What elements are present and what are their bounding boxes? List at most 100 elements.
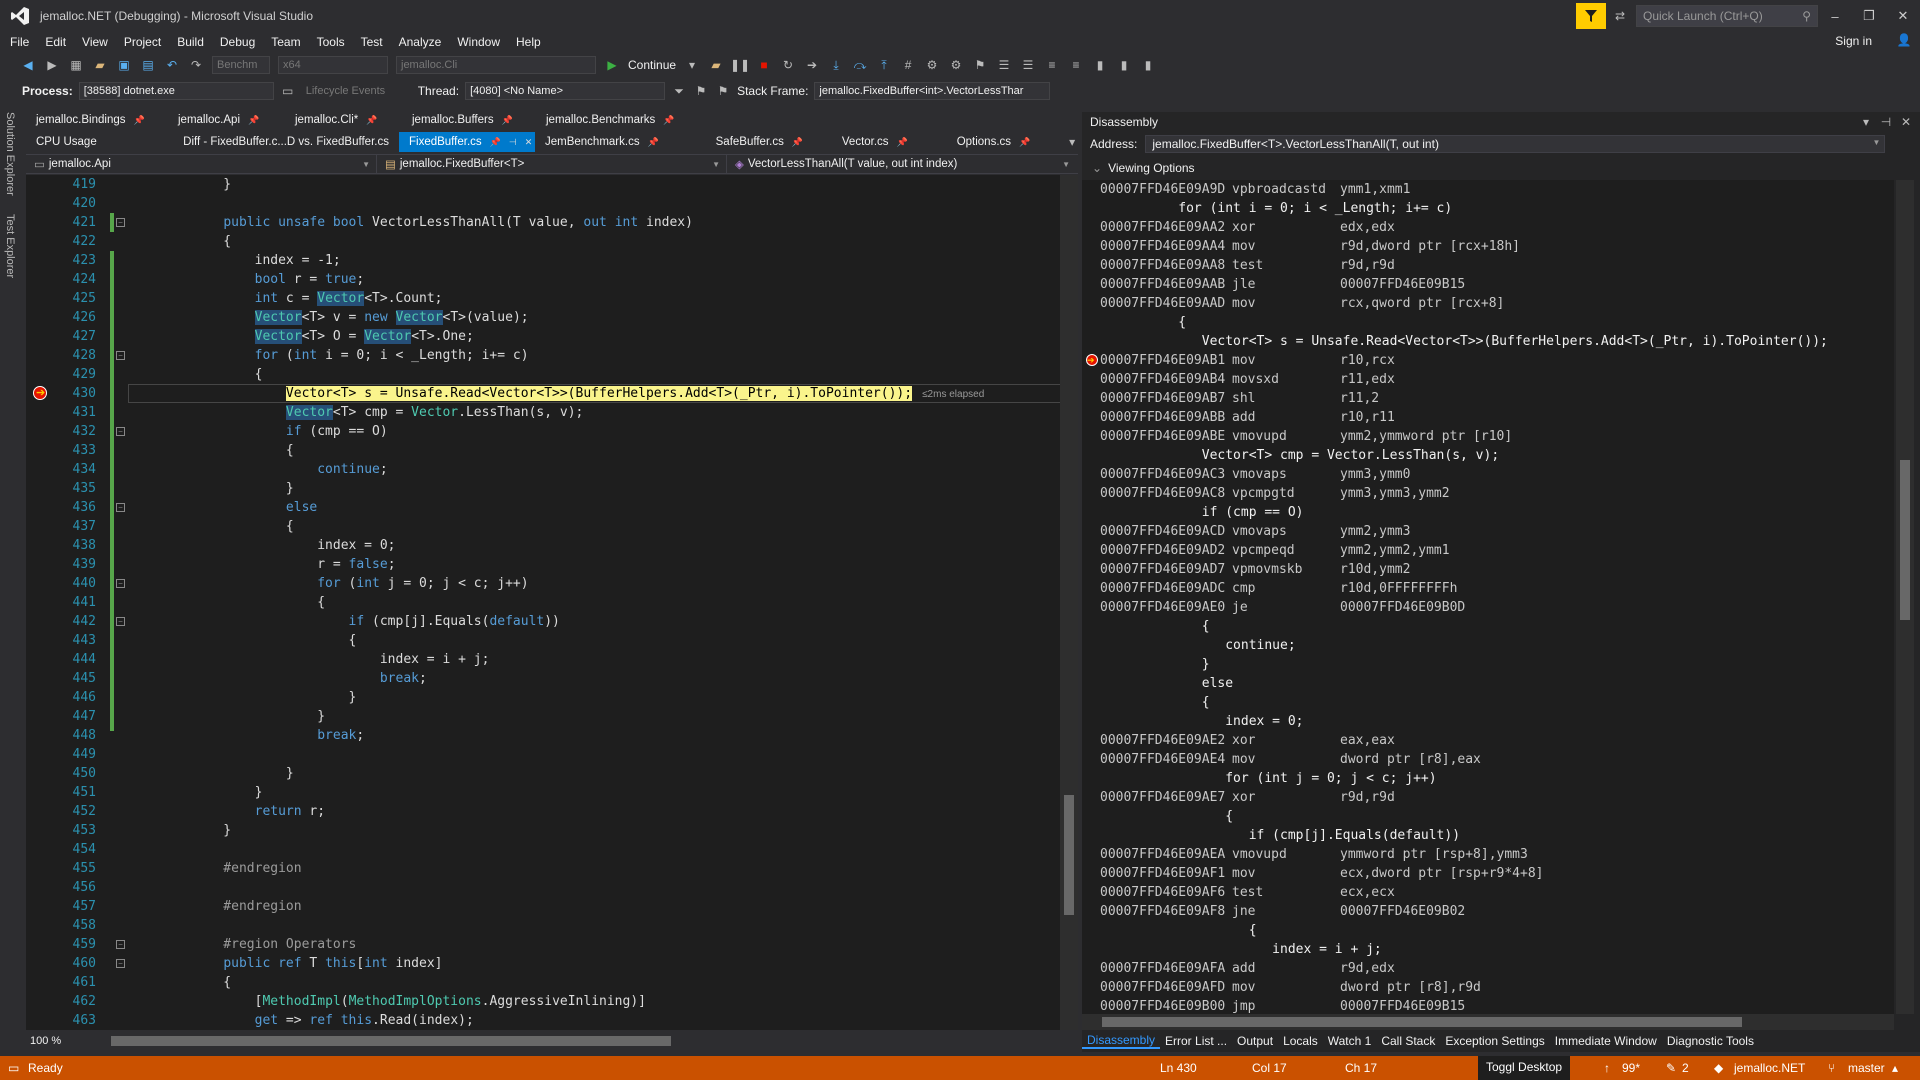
comment-icon[interactable]: ≡ bbox=[1044, 57, 1060, 73]
disassembly-instruction[interactable]: 00007FFD46E09AB7 shl r11,2 bbox=[1100, 389, 1379, 408]
project-combo[interactable]: ▭ jemalloc.Api ▼ bbox=[26, 155, 377, 173]
step-over-icon[interactable]: ⤼ bbox=[852, 57, 868, 73]
disassembly-instruction[interactable]: 00007FFD46E09A9D vpbroadcastd ymm1,xmm1 bbox=[1100, 180, 1410, 199]
address-input[interactable]: jemalloc.FixedBuffer<T>.VectorLessThanAl… bbox=[1145, 135, 1886, 153]
forward-icon[interactable]: ▶ bbox=[44, 57, 60, 73]
disassembly-source-line[interactable]: if (cmp[j].Equals(default)) bbox=[1100, 826, 1460, 845]
branch-name[interactable]: master bbox=[1848, 1061, 1885, 1075]
disassembly-source-line[interactable]: { bbox=[1100, 617, 1210, 636]
disassembly-source-line[interactable]: for (int i = 0; i < _Length; i+= c) bbox=[1100, 199, 1452, 218]
disassembly-source-line[interactable]: else bbox=[1100, 674, 1233, 693]
tab-fixedbuffer-cs[interactable]: FixedBuffer.cs 📌 ⊣ ✕ bbox=[398, 132, 535, 152]
flag-threads-icon[interactable]: ⚑ bbox=[715, 83, 731, 99]
menu-edit[interactable]: Edit bbox=[45, 35, 76, 49]
code-line[interactable]: 429 { bbox=[26, 365, 1056, 384]
tab-exception-settings[interactable]: Exception Settings bbox=[1440, 1034, 1549, 1048]
lifecycle-icon[interactable]: ▭ bbox=[280, 83, 296, 99]
tab-overflow-icon[interactable]: ▾ bbox=[1064, 134, 1080, 150]
code-line[interactable]: 432 if (cmp == O) bbox=[26, 422, 1056, 441]
restart-icon[interactable]: ↻ bbox=[780, 57, 796, 73]
code-line[interactable]: 457 #endregion bbox=[26, 897, 1056, 916]
collapse-region-icon[interactable]: − bbox=[116, 218, 125, 227]
publish-up-icon[interactable]: ↑ bbox=[1604, 1061, 1610, 1075]
tab-output[interactable]: Output bbox=[1232, 1034, 1278, 1048]
code-line[interactable]: 427 Vector<T> O = Vector<T>.One; bbox=[26, 327, 1056, 346]
tab-disassembly[interactable]: Disassembly bbox=[1082, 1033, 1161, 1049]
tab-locals[interactable]: Locals bbox=[1278, 1034, 1323, 1048]
thread-filter-icon[interactable]: ⏷ bbox=[671, 83, 687, 99]
disassembly-source-line[interactable]: index = 0; bbox=[1100, 712, 1303, 731]
scrollbar-thumb[interactable] bbox=[1064, 795, 1074, 915]
startup-project-combo[interactable]: jemalloc.Cli bbox=[396, 56, 596, 74]
code-line[interactable]: 455 #endregion bbox=[26, 859, 1056, 878]
pin-icon[interactable]: 📌 bbox=[792, 137, 803, 148]
disassembly-instruction[interactable]: 00007FFD46E09AF6 test ecx,ecx bbox=[1100, 883, 1395, 902]
process-icon[interactable]: ▰ bbox=[708, 57, 724, 73]
menu-test[interactable]: Test bbox=[361, 35, 393, 49]
editor-vertical-scrollbar[interactable] bbox=[1060, 175, 1078, 1030]
bookmark-icon[interactable]: ⚑ bbox=[972, 57, 988, 73]
tab-safebuffer-cs[interactable]: SafeBuffer.cs 📌 bbox=[665, 132, 813, 152]
code-line[interactable]: 450 } bbox=[26, 764, 1056, 783]
code-line[interactable]: 440 for (int j = 0; j < c; j++) bbox=[26, 574, 1056, 593]
collapse-region-icon[interactable]: − bbox=[116, 427, 125, 436]
address-dropdown-icon[interactable]: ▼ bbox=[1872, 138, 1880, 147]
code-line[interactable]: 426 Vector<T> v = new Vector<T>(value); bbox=[26, 308, 1056, 327]
code-line[interactable]: 443 { bbox=[26, 631, 1056, 650]
tab-error-list[interactable]: Error List ... bbox=[1160, 1034, 1232, 1048]
branch-icon[interactable]: ⑂ bbox=[1828, 1061, 1835, 1075]
code-line[interactable]: 433 { bbox=[26, 441, 1056, 460]
pending-changes-count[interactable]: 2 bbox=[1682, 1061, 1689, 1075]
code-line[interactable]: 428 for (int i = 0; i < _Length; i+= c) bbox=[26, 346, 1056, 365]
disassembly-instruction[interactable]: 00007FFD46E09AE2 xor eax,eax bbox=[1100, 731, 1395, 750]
menu-debug[interactable]: Debug bbox=[220, 35, 265, 49]
disassembly-instruction[interactable]: 00007FFD46E09AF8 jne 00007FFD46E09B02 bbox=[1100, 902, 1465, 921]
code-line[interactable]: 437 { bbox=[26, 517, 1056, 536]
scrollbar-thumb[interactable] bbox=[1102, 1017, 1742, 1027]
tab-vector-cs[interactable]: Vector.cs 📌 bbox=[813, 132, 918, 152]
disassembly-source-line[interactable]: } bbox=[1100, 655, 1210, 674]
repository-icon[interactable]: ◆ bbox=[1714, 1061, 1723, 1075]
tab-call-stack[interactable]: Call Stack bbox=[1376, 1034, 1440, 1048]
bookmark-next-icon[interactable]: ▮ bbox=[1140, 57, 1156, 73]
code-line[interactable]: 430 Vector<T> s = Unsafe.Read<Vector<T>>… bbox=[26, 384, 1078, 403]
code-line[interactable]: 453 } bbox=[26, 821, 1056, 840]
bookmark-toggle-icon[interactable]: ▮ bbox=[1092, 57, 1108, 73]
scrollbar-thumb[interactable] bbox=[1900, 460, 1910, 620]
menu-help[interactable]: Help bbox=[516, 35, 551, 49]
code-line[interactable]: 424 bool r = true; bbox=[26, 270, 1056, 289]
disassembly-instruction[interactable]: 00007FFD46E09AB4 movsxd r11,edx bbox=[1100, 370, 1395, 389]
menu-window[interactable]: Window bbox=[457, 35, 510, 49]
feedback-filter-icon[interactable] bbox=[1576, 3, 1606, 29]
disassembly-instruction[interactable]: 00007FFD46E09AC8 vpcmpgtd ymm3,ymm3,ymm2 bbox=[1100, 484, 1450, 503]
thread-combo[interactable]: [4080] <No Name> bbox=[465, 82, 666, 100]
tab-jembenchmark-cs[interactable]: JemBenchmark.cs 📌 bbox=[535, 132, 665, 152]
disassembly-instruction[interactable]: 00007FFD46E09B00 jmp 00007FFD46E09B15 bbox=[1100, 997, 1465, 1014]
disassembly-instruction[interactable]: 00007FFD46E09AAD mov rcx,qword ptr [rcx+8] bbox=[1100, 294, 1504, 313]
process-combo[interactable]: [38588] dotnet.exe bbox=[78, 82, 274, 100]
disassembly-instruction[interactable]: 00007FFD46E09AF1 mov ecx,dword ptr [rsp+r9… bbox=[1100, 864, 1544, 883]
pin-icon[interactable]: 📌 bbox=[897, 137, 908, 148]
code-line[interactable]: 434 continue; bbox=[26, 460, 1056, 479]
continue-icon[interactable]: ▶ bbox=[604, 57, 620, 73]
code-line[interactable]: 449 bbox=[26, 745, 1056, 764]
collapse-region-icon[interactable]: − bbox=[116, 579, 125, 588]
panel-close-icon[interactable]: ✕ bbox=[1898, 114, 1914, 130]
code-line[interactable]: 445 break; bbox=[26, 669, 1056, 688]
minimize-button[interactable]: – bbox=[1818, 9, 1852, 24]
tab-jemalloc-cli[interactable]: jemalloc.Cli* 📌 bbox=[285, 110, 402, 130]
code-line[interactable]: 436 else bbox=[26, 498, 1056, 517]
code-line[interactable]: 425 int c = Vector<T>.Count; bbox=[26, 289, 1056, 308]
collapse-region-icon[interactable]: − bbox=[116, 959, 125, 968]
code-line[interactable]: 444 index = i + j; bbox=[26, 650, 1056, 669]
disassembly-source-line[interactable]: { bbox=[1100, 313, 1186, 332]
disassembly-instruction[interactable]: 00007FFD46E09AE4 mov dword ptr [r8],eax bbox=[1100, 750, 1481, 769]
disassembly-instruction[interactable]: 00007FFD46E09AB1 mov r10,rcx bbox=[1100, 351, 1395, 370]
code-line[interactable]: 456 bbox=[26, 878, 1056, 897]
pin-icon[interactable]: 📌 bbox=[502, 115, 513, 126]
uncomment-icon[interactable]: ≡ bbox=[1068, 57, 1084, 73]
disassembly-instruction[interactable]: 00007FFD46E09AA2 xor edx,edx bbox=[1100, 218, 1395, 237]
disassembly-source-line[interactable]: { bbox=[1100, 693, 1210, 712]
pause-icon[interactable]: ❚❚ bbox=[730, 57, 750, 73]
editor-horizontal-scrollbar[interactable] bbox=[111, 1036, 671, 1046]
